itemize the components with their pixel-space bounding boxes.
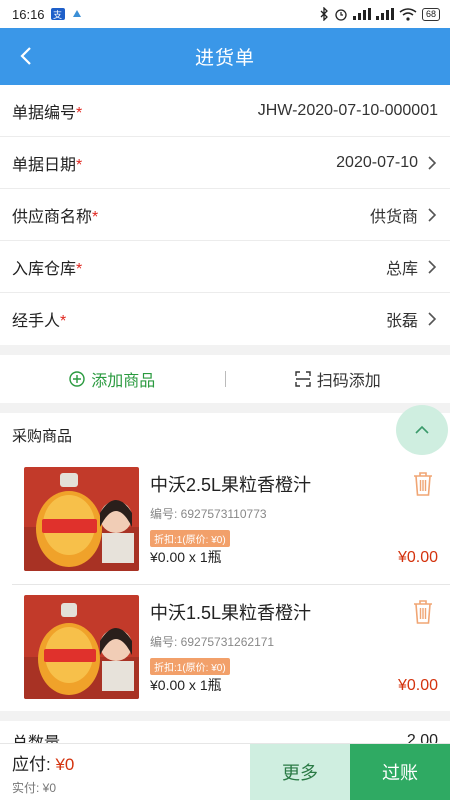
chevron-right-icon	[428, 259, 437, 274]
status-time: 16:16	[12, 6, 45, 22]
field-label: 入库仓库	[12, 260, 77, 278]
field-value: JHW-2020-07-10-000001	[257, 101, 438, 119]
more-button[interactable]: 更多	[250, 744, 350, 800]
field-value: 供货商	[369, 208, 418, 226]
post-button[interactable]: 过账	[350, 744, 450, 800]
product-image	[24, 595, 139, 699]
required-mark: *	[76, 260, 83, 278]
list-item[interactable]: 中沃1.5L果粒香橙汁 编号: 69275731262171 折扣:1(原价: …	[12, 584, 450, 711]
field-label: 经手人	[12, 313, 61, 330]
product-code: 编号: 69275731262171	[150, 635, 275, 649]
field-supplier[interactable]: 供应商名称* 供货商	[0, 189, 450, 241]
page-title: 进货单	[194, 48, 255, 69]
trash-icon[interactable]	[412, 471, 434, 497]
chevron-right-icon	[428, 207, 437, 222]
section-header: 采购商品	[0, 405, 450, 457]
collapse-button[interactable]	[396, 405, 448, 455]
header-bar: 进货单	[0, 28, 450, 85]
field-value: 张磊	[385, 313, 418, 330]
wifi-icon	[399, 7, 417, 21]
add-product-button[interactable]: 添加商品	[0, 367, 225, 391]
field-document-date[interactable]: 单据日期* 2020-07-10	[0, 137, 450, 189]
product-price: ¥0.00	[397, 677, 438, 694]
amount-due: 应付: ¥0	[12, 750, 238, 775]
divider	[0, 345, 450, 355]
scan-add-label: 扫码添加	[316, 373, 381, 390]
plus-circle-icon	[69, 371, 85, 387]
battery-icon: 68	[421, 7, 440, 21]
product-quantity: ¥0.00 x 1瓶	[150, 677, 222, 693]
field-document-number: 单据编号* JHW-2020-07-10-000001	[0, 85, 450, 137]
action-bar: 添加商品 扫码添加	[0, 355, 450, 403]
notification-icon	[72, 10, 81, 17]
field-label: 单据日期	[12, 156, 77, 174]
product-name: 中沃1.5L果粒香橙汁	[150, 603, 312, 623]
field-value: 2020-07-10	[336, 153, 418, 171]
trash-icon[interactable]	[412, 599, 434, 625]
chevron-right-icon	[428, 312, 437, 326]
amount-due-value: ¥0	[55, 755, 75, 774]
scan-add-button[interactable]: 扫码添加	[226, 367, 450, 391]
alipay-icon: 支	[50, 8, 65, 20]
field-handler[interactable]: 经手人* 张磊	[0, 293, 450, 345]
field-value: 总库	[385, 260, 418, 278]
scan-icon	[295, 371, 311, 387]
required-mark: *	[60, 313, 67, 330]
chevron-up-icon	[415, 425, 429, 434]
required-mark: *	[76, 104, 83, 122]
back-button[interactable]	[12, 42, 40, 70]
status-bar: 16:16 支 68	[0, 0, 450, 28]
required-mark: *	[92, 208, 99, 226]
list-item[interactable]: 中沃2.5L果粒香橙汁 编号: 6927573110773 折扣:1(原价: ¥…	[0, 457, 450, 584]
section-title: 采购商品	[12, 427, 73, 445]
chevron-left-icon	[20, 47, 31, 65]
alarm-icon	[335, 9, 347, 21]
chevron-right-icon	[428, 155, 437, 170]
field-label: 单据编号	[12, 104, 77, 122]
bottom-bar: 应付: ¥0 实付: ¥0 更多 过账	[0, 743, 450, 800]
signal-icon-2	[375, 8, 394, 20]
amount-paid: 实付: ¥0	[12, 781, 57, 795]
add-product-label: 添加商品	[91, 373, 156, 390]
signal-icon	[352, 8, 371, 20]
discount-badge: 折扣:1(原价: ¥0)	[150, 530, 230, 547]
required-mark: *	[76, 156, 83, 174]
bluetooth-icon	[320, 7, 328, 21]
amount-due-label: 应付:	[12, 755, 56, 774]
product-image	[24, 467, 139, 571]
order-form: 单据编号* JHW-2020-07-10-000001 单据日期* 2020-0…	[0, 85, 450, 345]
product-code: 编号: 6927573110773	[150, 507, 267, 521]
product-price: ¥0.00	[397, 549, 438, 566]
discount-badge: 折扣:1(原价: ¥0)	[150, 658, 230, 675]
product-quantity: ¥0.00 x 1瓶	[150, 549, 222, 565]
field-label: 供应商名称	[12, 208, 93, 226]
product-list: 中沃2.5L果粒香橙汁 编号: 6927573110773 折扣:1(原价: ¥…	[0, 457, 450, 711]
product-name: 中沃2.5L果粒香橙汁	[150, 475, 312, 495]
field-warehouse[interactable]: 入库仓库* 总库	[0, 241, 450, 293]
